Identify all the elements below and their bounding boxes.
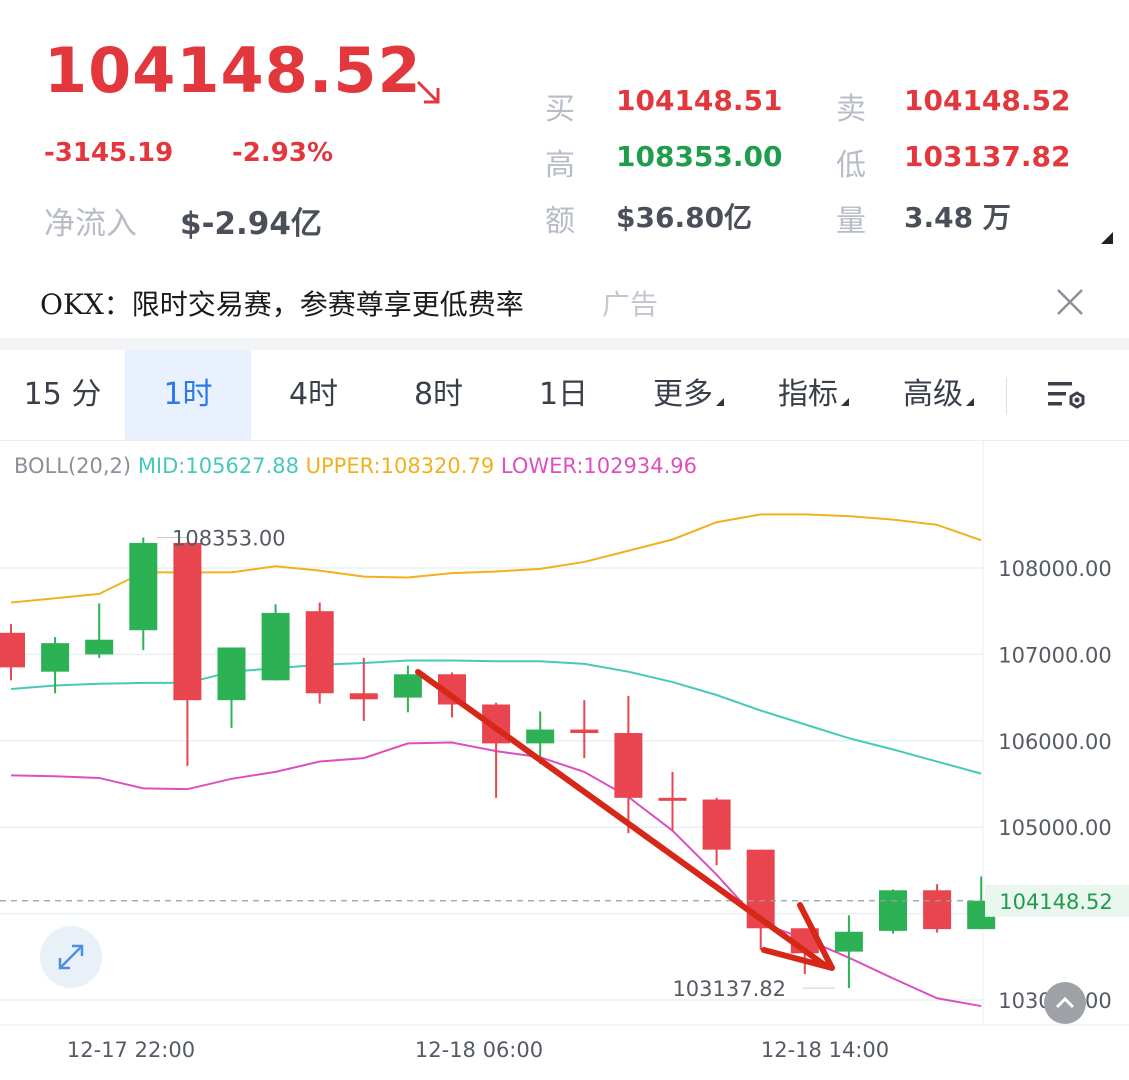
x-tick-label: 12-18 14:00 — [761, 1038, 889, 1062]
y-tick-label: 108000.00 — [998, 557, 1112, 581]
arrow-down-right-icon — [416, 80, 440, 104]
sell-price: 104148.52 — [904, 84, 1071, 117]
candle-body — [349, 693, 378, 700]
tab-4h[interactable]: 4时 — [251, 350, 376, 440]
tab-1d[interactable]: 1日 — [501, 350, 626, 440]
price-change: -3145.19 — [44, 138, 174, 168]
candle-body — [261, 612, 290, 681]
expand-header-icon[interactable] — [1101, 232, 1113, 244]
tab-1h[interactable]: 1时 — [125, 350, 251, 440]
candle-body — [923, 890, 952, 930]
buy-label: 买 — [545, 92, 575, 127]
high-label: 高 — [545, 148, 575, 183]
annotation-arrow-shaft — [415, 669, 829, 969]
low-label: 低 — [836, 148, 866, 183]
net-inflow-label: 净流入 — [44, 206, 137, 242]
tab-advanced[interactable]: 高级 — [876, 350, 1001, 440]
expand-icon — [58, 944, 84, 970]
tab-label: 更多 — [653, 377, 713, 412]
amount-value: $36.80亿 — [616, 201, 753, 234]
candle-body — [305, 611, 334, 694]
buy-price: 104148.51 — [616, 84, 783, 117]
y-tick-label: 106000.00 — [998, 730, 1112, 754]
sell-label: 卖 — [836, 92, 866, 127]
tab-label: 4时 — [288, 377, 339, 412]
candle-body — [658, 797, 687, 801]
candle-body — [526, 729, 555, 744]
low-price: 103137.82 — [904, 140, 1071, 173]
x-tick-label: 12-18 06:00 — [415, 1038, 543, 1062]
candle-body — [0, 632, 25, 668]
high-price: 108353.00 — [616, 140, 783, 173]
candle-body — [614, 733, 643, 798]
candle-body — [834, 931, 863, 952]
price-change-percent: -2.93% — [232, 138, 333, 168]
tab-more[interactable]: 更多 — [626, 350, 751, 440]
tab-label: 1时 — [163, 377, 213, 412]
kline-chart[interactable]: 108000.00107000.00106000.00105000.001030… — [0, 440, 1129, 1080]
tab-label: 15 分 — [23, 377, 102, 412]
amount-label: 额 — [545, 204, 575, 239]
dropdown-icon — [841, 398, 849, 406]
tab-label: 高级 — [903, 377, 963, 412]
volume-value: 3.48 万 — [904, 201, 1011, 234]
fullscreen-button[interactable] — [40, 926, 102, 988]
dropdown-icon — [966, 398, 974, 406]
candle-body — [173, 542, 202, 701]
last-price: 104148.52 — [44, 34, 422, 107]
chart-settings-icon[interactable] — [1046, 378, 1088, 414]
dropdown-icon — [716, 398, 724, 406]
candle-body — [570, 729, 599, 734]
last-price-label: 104148.52 — [999, 890, 1113, 914]
tab-label: 指标 — [778, 377, 838, 412]
volume-label: 量 — [836, 204, 866, 239]
tab-indicators[interactable]: 指标 — [751, 350, 876, 440]
ad-tag: 广告 — [602, 288, 659, 321]
candle-body — [129, 542, 158, 631]
y-tick-label: 107000.00 — [998, 643, 1112, 667]
section-divider — [0, 338, 1129, 350]
candle-body — [879, 890, 907, 931]
candle-body — [41, 643, 70, 672]
tab-8h[interactable]: 8时 — [376, 350, 501, 440]
candle-body — [393, 674, 422, 698]
ad-text[interactable]: OKX：限时交易赛，参赛尊享更低费率 — [40, 283, 524, 323]
candle-body — [217, 647, 246, 701]
low-marker-label: 103137.82 — [672, 977, 786, 1001]
interval-tabs: 15 分 1时 4时 8时 1日 更多 指标 高级 — [0, 350, 1129, 441]
tab-label: 1日 — [538, 377, 589, 412]
candle-body — [85, 639, 114, 655]
close-icon[interactable] — [1054, 286, 1086, 318]
x-tick-label: 12-17 22:00 — [67, 1038, 195, 1062]
scroll-top-button[interactable] — [1044, 982, 1086, 1024]
tab-divider — [1006, 378, 1007, 414]
candle-body — [702, 799, 731, 850]
tab-label: 8时 — [413, 377, 464, 412]
net-inflow-value: $-2.94亿 — [180, 206, 322, 242]
tab-15m[interactable]: 15 分 — [0, 350, 125, 440]
high-marker-label: 108353.00 — [172, 527, 286, 551]
chevron-up-icon — [1055, 996, 1075, 1009]
y-tick-label: 105000.00 — [998, 816, 1112, 840]
